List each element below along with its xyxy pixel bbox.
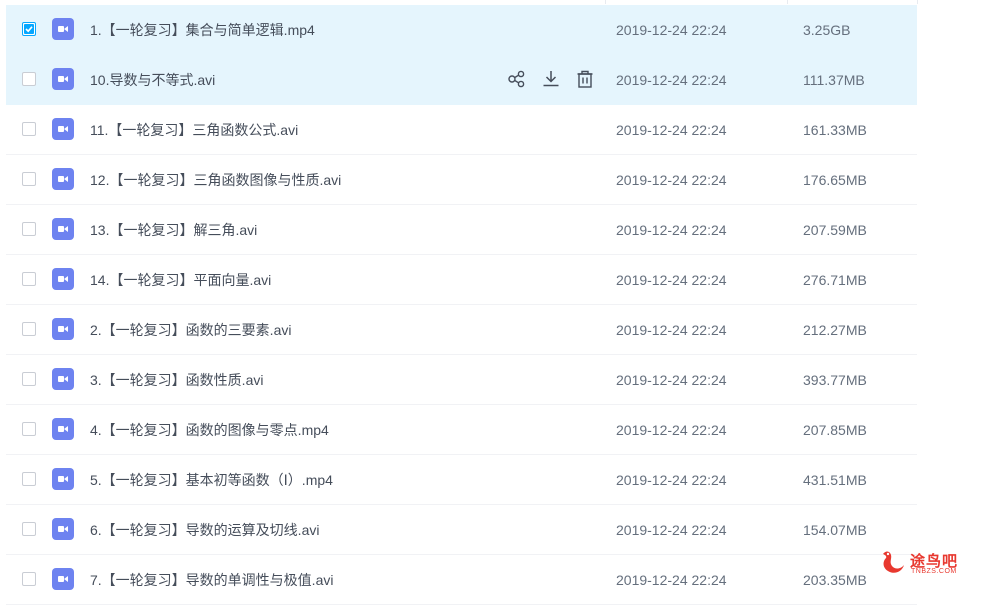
header-segment-size [787,0,918,4]
file-row[interactable]: 12.【一轮复习】三角函数图像与性质.avi 2019-12-24 22:24 17… [6,155,917,205]
row-checkbox[interactable] [22,322,36,336]
row-checkbox[interactable] [22,72,36,86]
share-icon [508,70,525,88]
file-row[interactable]: 5.【一轮复习】基本初等函数（Ⅰ）.mp4 2019-12-24 22:24 431… [6,455,917,505]
row-checkbox[interactable] [22,272,36,286]
file-size: 212.27MB [803,322,867,338]
row-checkbox[interactable] [22,222,36,236]
share-button[interactable] [506,68,528,90]
row-checkbox[interactable] [22,172,36,186]
video-file-icon [52,368,74,390]
file-name[interactable]: 1.【一轮复习】集合与简单逻辑.mp4 [90,5,315,55]
file-date: 2019-12-24 22:24 [616,22,727,38]
row-checkbox[interactable] [22,522,36,536]
file-date: 2019-12-24 22:24 [616,222,727,238]
file-row[interactable]: 11.【一轮复习】三角函数公式.avi 2019-12-24 22:24 161.3… [6,105,917,155]
watermark-subtext: TNBZS.COM [911,568,957,575]
file-name[interactable]: 14.【一轮复习】平面向量.avi [90,255,271,305]
video-file-icon [52,568,74,590]
file-date: 2019-12-24 22:24 [616,572,727,588]
file-row[interactable]: 7.【一轮复习】导数的单调性与极值.avi 2019-12-24 22:24 203… [6,555,917,605]
file-name[interactable]: 2.【一轮复习】函数的三要素.avi [90,305,291,355]
file-size: 3.25GB [803,22,851,38]
file-name[interactable]: 11.【一轮复习】三角函数公式.avi [90,105,298,155]
file-row[interactable]: 10.导数与不等式.avi 2019-12-24 22:24 111.37MB [6,55,917,105]
video-file-icon [52,468,74,490]
video-file-icon [52,268,74,290]
file-row[interactable]: 14.【一轮复习】平面向量.avi 2019-12-24 22:24 276.71M… [6,255,917,305]
file-size: 393.77MB [803,372,867,388]
file-name[interactable]: 5.【一轮复习】基本初等函数（Ⅰ）.mp4 [90,455,333,505]
file-row[interactable]: 6.【一轮复习】导数的运算及切线.avi 2019-12-24 22:24 154.… [6,505,917,555]
file-date: 2019-12-24 22:24 [616,122,727,138]
delete-button[interactable] [574,68,596,90]
file-name[interactable]: 13.【一轮复习】解三角.avi [90,205,257,255]
bird-logo-icon [883,551,904,573]
file-name[interactable]: 3.【一轮复习】函数性质.avi [90,355,263,405]
file-date: 2019-12-24 22:24 [616,522,727,538]
download-icon [543,71,559,87]
header-segment-name [0,0,606,4]
file-size: 207.85MB [803,422,867,438]
row-checkbox[interactable] [22,572,36,586]
video-file-icon [52,318,74,340]
watermark-logo: 途鸟吧 TNBZS.COM [880,546,980,580]
file-size: 161.33MB [803,122,867,138]
file-list: 1.【一轮复习】集合与简单逻辑.mp4 2019-12-24 22:24 3.25G… [6,5,917,605]
file-date: 2019-12-24 22:24 [616,372,727,388]
file-name[interactable]: 10.导数与不等式.avi [90,55,215,105]
file-size: 176.65MB [803,172,867,188]
file-date: 2019-12-24 22:24 [616,172,727,188]
file-row[interactable]: 3.【一轮复习】函数性质.avi 2019-12-24 22:24 393.77MB [6,355,917,405]
download-button[interactable] [540,68,562,90]
checkmark-icon [24,24,34,34]
file-name[interactable]: 4.【一轮复习】函数的图像与零点.mp4 [90,405,329,455]
file-size: 154.07MB [803,522,867,538]
file-size: 431.51MB [803,472,867,488]
row-checkbox[interactable] [22,372,36,386]
row-checkbox[interactable] [22,122,36,136]
video-file-icon [52,518,74,540]
row-checkbox[interactable] [22,422,36,436]
file-row[interactable]: 13.【一轮复习】解三角.avi 2019-12-24 22:24 207.59MB [6,205,917,255]
file-row[interactable]: 2.【一轮复习】函数的三要素.avi 2019-12-24 22:24 212.27… [6,305,917,355]
video-file-icon [52,18,74,40]
video-file-icon [52,418,74,440]
file-size: 203.35MB [803,572,867,588]
column-header-divider [0,0,984,4]
file-row[interactable]: 4.【一轮复习】函数的图像与零点.mp4 2019-12-24 22:24 207.… [6,405,917,455]
video-file-icon [52,68,74,90]
trash-icon [577,70,593,88]
file-date: 2019-12-24 22:24 [616,72,727,88]
video-file-icon [52,118,74,140]
row-checkbox[interactable] [22,472,36,486]
file-size: 276.71MB [803,272,867,288]
file-name[interactable]: 6.【一轮复习】导数的运算及切线.avi [90,505,319,555]
file-date: 2019-12-24 22:24 [616,272,727,288]
video-file-icon [52,168,74,190]
file-size: 207.59MB [803,222,867,238]
file-date: 2019-12-24 22:24 [616,422,727,438]
video-file-icon [52,218,74,240]
file-date: 2019-12-24 22:24 [616,322,727,338]
header-segment-date [605,0,788,4]
file-size: 111.37MB [803,72,865,88]
file-name[interactable]: 12.【一轮复习】三角函数图像与性质.avi [90,155,341,205]
file-date: 2019-12-24 22:24 [616,472,727,488]
file-name[interactable]: 7.【一轮复习】导数的单调性与极值.avi [90,555,333,605]
file-row[interactable]: 1.【一轮复习】集合与简单逻辑.mp4 2019-12-24 22:24 3.25G… [6,5,917,55]
row-checkbox[interactable] [22,22,36,36]
